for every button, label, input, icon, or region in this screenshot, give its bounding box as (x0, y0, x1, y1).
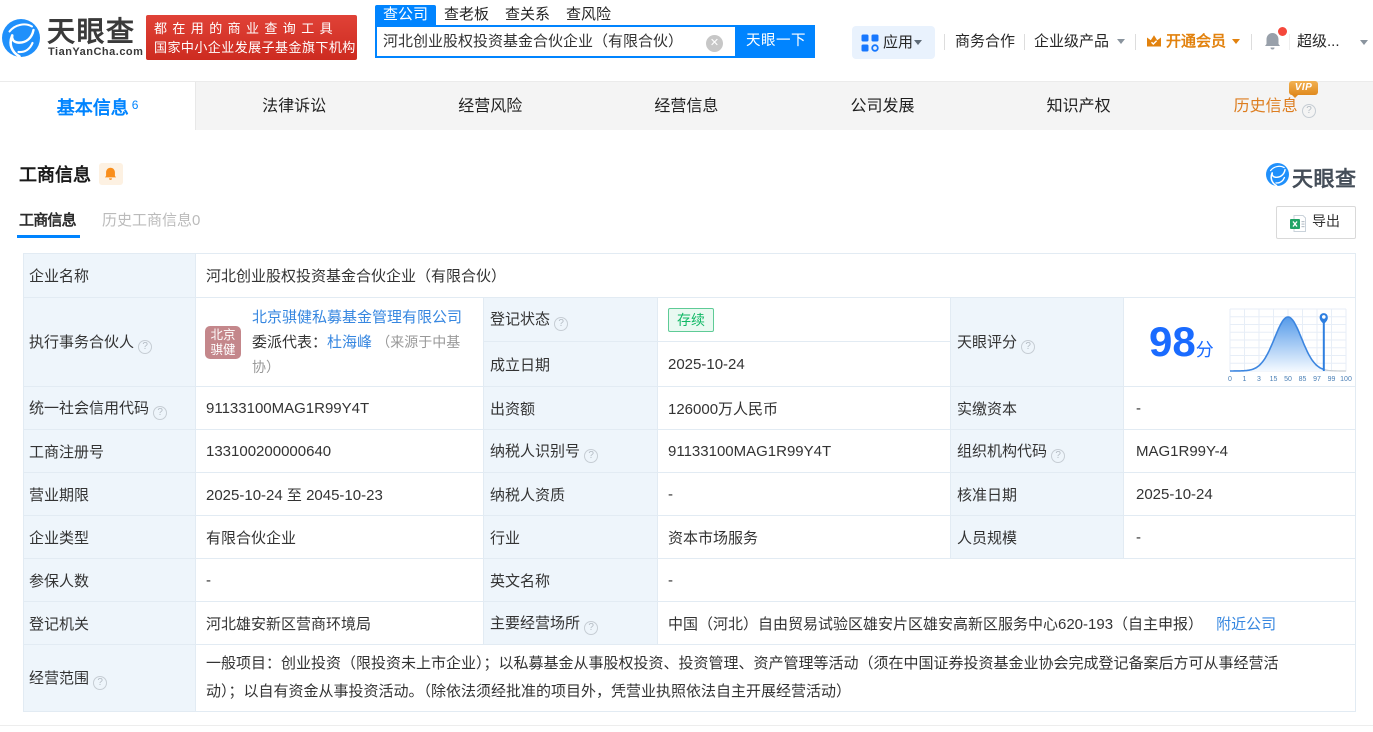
svg-text:50: 50 (1284, 376, 1292, 383)
svg-text:3: 3 (1257, 376, 1261, 383)
svg-text:99: 99 (1327, 376, 1335, 383)
svg-text:97: 97 (1313, 376, 1321, 383)
svg-text:85: 85 (1298, 376, 1306, 383)
svg-text:100: 100 (1340, 376, 1352, 383)
svg-text:15: 15 (1269, 376, 1277, 383)
svg-text:1: 1 (1242, 376, 1246, 383)
svg-text:0: 0 (1228, 376, 1232, 383)
